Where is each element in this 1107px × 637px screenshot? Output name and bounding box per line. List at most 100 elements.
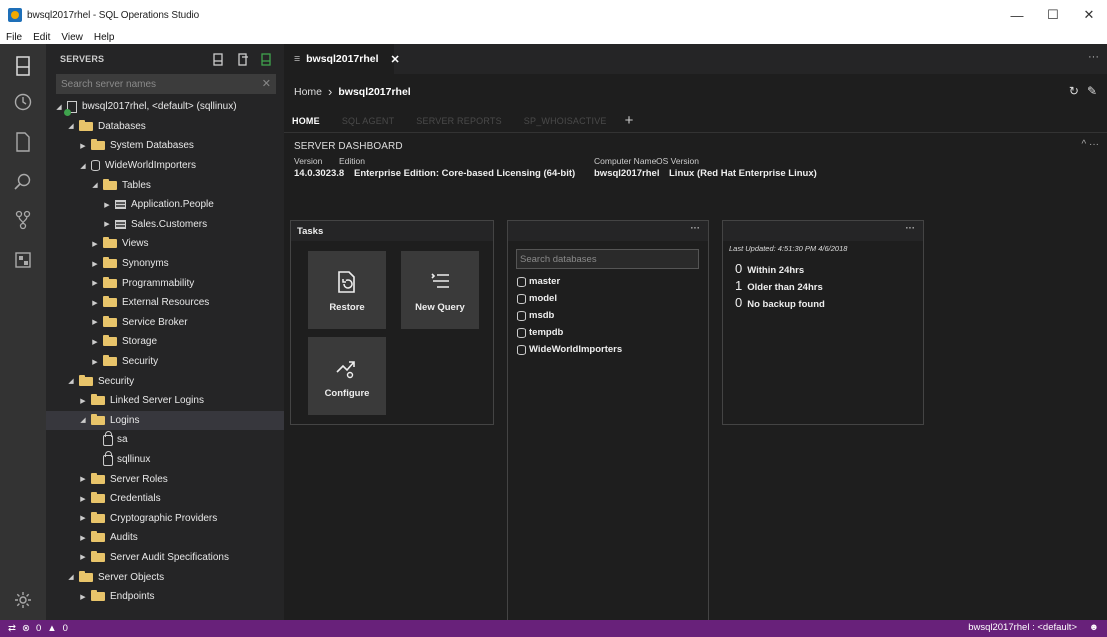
chevron-right-icon[interactable]: ▶: [78, 514, 88, 522]
chevron-down-icon[interactable]: ◢: [90, 181, 100, 189]
feedback-smiley-icon[interactable]: ☻: [1089, 622, 1099, 633]
database-search-input[interactable]: [516, 249, 699, 269]
tree-node[interactable]: ◢ WideWorldImporters: [46, 156, 284, 176]
breadcrumb-home[interactable]: Home: [294, 86, 322, 98]
configure-button[interactable]: Configure: [308, 337, 386, 415]
tree-node[interactable]: ▶ Application.People: [46, 195, 284, 215]
widget-menu-icon[interactable]: ···: [691, 223, 701, 234]
database-item[interactable]: master: [517, 273, 622, 290]
tab-sp-whoisactive[interactable]: SP_WHOISACTIVE: [516, 116, 621, 126]
tree-node[interactable]: sqllinux: [46, 450, 284, 470]
menu-view[interactable]: View: [55, 32, 88, 43]
tab-sql-agent[interactable]: SQL AGENT: [334, 116, 408, 126]
chevron-right-icon[interactable]: ▶: [90, 338, 100, 346]
tree-node[interactable]: ▶ Programmability: [46, 273, 284, 293]
chevron-right-icon[interactable]: ▶: [78, 495, 88, 503]
chevron-right-icon[interactable]: ▶: [90, 318, 100, 326]
chevron-right-icon[interactable]: ▶: [90, 279, 100, 287]
tab-server-reports[interactable]: SERVER REPORTS: [408, 116, 516, 126]
search-icon[interactable]: [0, 164, 46, 200]
tree-node[interactable]: ◢ bwsql2017rhel, <default> (sqllinux): [46, 97, 284, 117]
new-query-button[interactable]: New Query: [401, 251, 479, 329]
widget-menu-icon[interactable]: ···: [906, 223, 916, 234]
tree-node[interactable]: ▶ Endpoints: [46, 587, 284, 607]
tree-node[interactable]: ▶ Service Broker: [46, 313, 284, 333]
chevron-right-icon[interactable]: ▶: [78, 142, 88, 150]
restore-button[interactable]: Restore: [308, 251, 386, 329]
chevron-down-icon[interactable]: ◢: [66, 573, 76, 581]
servers-icon[interactable]: [0, 48, 46, 84]
server-search-input[interactable]: [61, 78, 251, 90]
database-item[interactable]: tempdb: [517, 324, 622, 341]
extensions-icon[interactable]: [0, 242, 46, 278]
add-tab-button[interactable]: +: [621, 112, 634, 129]
chevron-down-icon[interactable]: ◢: [78, 162, 88, 170]
chevron-right-icon[interactable]: ▶: [90, 260, 100, 268]
chevron-right-icon[interactable]: ▶: [90, 299, 100, 307]
chevron-right-icon[interactable]: ▶: [90, 240, 100, 248]
tree-node[interactable]: ◢ Tables: [46, 175, 284, 195]
chevron-right-icon[interactable]: ▶: [78, 593, 88, 601]
source-control-icon[interactable]: [0, 202, 46, 238]
tree-node[interactable]: ▶ Security: [46, 352, 284, 372]
tree-node[interactable]: ▶ System Databases: [46, 136, 284, 156]
chevron-down-icon[interactable]: ◢: [54, 103, 64, 111]
tree-node[interactable]: ▶ Audits: [46, 528, 284, 548]
refresh-icon[interactable]: ↻: [1069, 84, 1079, 98]
tree-node[interactable]: ▶ Synonyms: [46, 254, 284, 274]
tree-node[interactable]: ◢ Databases: [46, 117, 284, 137]
connection-status[interactable]: bwsql2017rhel : <default>: [968, 622, 1077, 633]
chevron-right-icon[interactable]: ▶: [78, 534, 88, 542]
new-server-group-icon[interactable]: [236, 52, 250, 66]
tree-node[interactable]: ▶ Server Roles: [46, 469, 284, 489]
close-tab-icon[interactable]: ✕: [391, 53, 400, 66]
breadcrumb-current[interactable]: bwsql2017rhel: [338, 86, 410, 98]
tree-node[interactable]: ▶ Cryptographic Providers: [46, 508, 284, 528]
clear-search-icon[interactable]: ✕: [262, 77, 271, 90]
tree-node[interactable]: ◢ Security: [46, 371, 284, 391]
database-item[interactable]: msdb: [517, 307, 622, 324]
edit-pencil-icon[interactable]: ✎: [1087, 84, 1097, 98]
tree-node[interactable]: sa: [46, 430, 284, 450]
chevron-right-icon[interactable]: ▶: [78, 397, 88, 405]
tab-home[interactable]: HOME: [284, 116, 334, 126]
chevron-down-icon[interactable]: ◢: [66, 377, 76, 385]
warning-icon[interactable]: ▲: [47, 623, 56, 634]
new-connection-icon[interactable]: [212, 52, 226, 66]
chevron-down-icon[interactable]: ◢: [66, 122, 76, 130]
chevron-right-icon[interactable]: ▶: [102, 220, 112, 228]
errors-icon[interactable]: ⊗: [22, 623, 30, 634]
database-item[interactable]: model: [517, 290, 622, 307]
close-window-button[interactable]: ✕: [1071, 0, 1107, 30]
tree-node[interactable]: ▶ Credentials: [46, 489, 284, 509]
chevron-down-icon[interactable]: ◢: [78, 416, 88, 424]
menu-file[interactable]: File: [0, 32, 27, 43]
history-icon[interactable]: [0, 84, 46, 120]
maximize-button[interactable]: ☐: [1035, 0, 1071, 30]
minimize-button[interactable]: —: [999, 0, 1035, 30]
menu-help[interactable]: Help: [88, 32, 120, 43]
tree-node[interactable]: ◢ Logins: [46, 410, 284, 431]
tree-node[interactable]: ▶ Views: [46, 234, 284, 254]
chevron-right-icon[interactable]: ▶: [78, 553, 88, 561]
tab-dashboard[interactable]: ≡ bwsql2017rhel ✕: [284, 44, 400, 74]
settings-gear-icon[interactable]: [0, 582, 46, 618]
tree-node[interactable]: ▶ Linked Server Logins: [46, 391, 284, 411]
more-actions-icon[interactable]: ···: [1088, 51, 1099, 63]
tree-node[interactable]: ▶ External Resources: [46, 293, 284, 313]
tree-node[interactable]: ▶ Server Audit Specifications: [46, 548, 284, 568]
tree-node[interactable]: ◢ Server Objects: [46, 567, 284, 587]
tree-node[interactable]: ▶ Sales.Customers: [46, 215, 284, 235]
active-connections-icon[interactable]: [260, 52, 274, 66]
error-count[interactable]: 0: [36, 623, 41, 634]
remote-icon[interactable]: ⇄: [8, 623, 16, 634]
collapse-section-icon[interactable]: ^ ···: [1082, 139, 1099, 150]
menu-edit[interactable]: Edit: [27, 32, 55, 43]
chevron-right-icon[interactable]: ▶: [102, 201, 112, 209]
chevron-right-icon[interactable]: ▶: [78, 475, 88, 483]
chevron-right-icon[interactable]: ▶: [90, 358, 100, 366]
explorer-icon[interactable]: [0, 124, 46, 160]
tree-node[interactable]: ▶ Storage: [46, 332, 284, 352]
database-item[interactable]: WideWorldImporters: [517, 341, 622, 358]
warning-count[interactable]: 0: [63, 623, 68, 634]
